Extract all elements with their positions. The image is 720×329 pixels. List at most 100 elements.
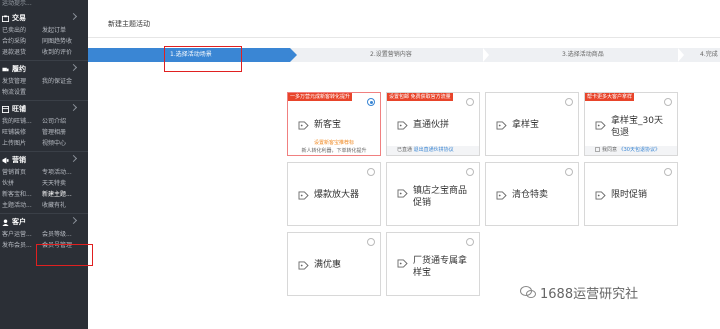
- sidebar-group-header-marketing[interactable]: 营销: [0, 154, 88, 166]
- step-divider: [483, 48, 489, 62]
- radio-button[interactable]: [367, 168, 375, 176]
- sidebar-group-marketing: 营销 营销首页 专项活动... 伙拼 天天特卖 新客宝和... 新建主题... 主题活…: [0, 154, 88, 210]
- card-badge: 帮卡更多大客户拿样: [585, 93, 635, 101]
- sidebar-item-marketing-home[interactable]: 营销首页: [0, 167, 40, 176]
- sidebar-top-fragment[interactable]: 运动提示...: [0, 0, 88, 10]
- step-arrow: [290, 48, 297, 62]
- sidebar-item-member-level[interactable]: 会员等级...: [40, 229, 80, 238]
- radio-button[interactable]: [367, 238, 375, 246]
- agree-checkbox[interactable]: [595, 147, 600, 152]
- chevron-right-icon[interactable]: [69, 103, 78, 112]
- sidebar-item-shipping[interactable]: 发货管理: [0, 76, 40, 85]
- sidebar-item-refund[interactable]: 退款退货: [0, 47, 40, 56]
- sidebar-group-header-shop[interactable]: 旺铺: [0, 103, 88, 115]
- sidebar-item-special[interactable]: 专项活动...: [40, 167, 80, 176]
- tag-icon: [397, 259, 408, 268]
- sidebar-item-reviews[interactable]: 收到的评价: [40, 47, 80, 56]
- tag-icon: [298, 191, 309, 200]
- shop-icon: [2, 105, 9, 113]
- chevron-right-icon[interactable]: [69, 63, 78, 72]
- footer-link[interactable]: 《30天包退协议》: [619, 147, 660, 153]
- card-manyouhui[interactable]: 满优惠: [287, 232, 381, 296]
- sidebar-item-deposit[interactable]: 我的保证金: [40, 76, 80, 85]
- step-divider: [678, 48, 684, 62]
- sidebar-item-logistics[interactable]: 物流设置: [0, 87, 40, 96]
- sidebar-item-sold[interactable]: 已卖出的: [0, 25, 40, 34]
- sidebar-item-member-publish[interactable]: 发布会员...: [0, 240, 40, 249]
- watermark: 1688运营研究社: [540, 287, 639, 302]
- trade-icon: [2, 14, 9, 22]
- card-footer: 我同意 《30天包退协议》: [585, 146, 677, 155]
- sidebar-group-header-fulfillment[interactable]: 履约: [0, 63, 88, 75]
- sidebar-item-video[interactable]: 视频中心: [40, 138, 80, 147]
- card-description: 新人转化利器，下单转化提升: [301, 148, 367, 154]
- footer-label: 已直通: [397, 147, 413, 153]
- chevron-right-icon[interactable]: [69, 12, 78, 21]
- sidebar-item-company[interactable]: 公司介绍: [40, 116, 80, 125]
- footer-link[interactable]: 退出直通伙拼协议: [414, 147, 454, 153]
- card-badge: 一多万营元成新客转化提升: [288, 93, 353, 101]
- card-xianshi[interactable]: 限时促销: [584, 162, 678, 226]
- sidebar-item-contract[interactable]: 合约采购: [0, 36, 40, 45]
- radio-button[interactable]: [367, 98, 375, 106]
- radio-button[interactable]: [466, 168, 474, 176]
- card-link[interactable]: 设置新客宝推荐标: [288, 139, 380, 146]
- card-changhuotong[interactable]: 厂货通专属拿样宝: [386, 232, 480, 296]
- step-3: 3.选择活动商品: [562, 51, 604, 58]
- sidebar-item-new-theme[interactable]: 新建主题...: [40, 189, 80, 198]
- card-title: 拿样宝_30天包退: [611, 116, 663, 138]
- divider: [88, 37, 720, 38]
- card-zhitong-huopin[interactable]: 设置包邮 免费获取官方流量 直通伙拼 已直通 退出直通伙拼协议: [386, 92, 480, 156]
- sidebar-group-header-customer[interactable]: 客户: [0, 216, 88, 228]
- tag-icon: [496, 121, 507, 130]
- sidebar-item-trend[interactable]: 同图趋势收: [40, 36, 80, 45]
- step-4: 4.完成: [700, 51, 718, 58]
- tag-icon: [298, 261, 309, 270]
- card-title: 爆款放大器: [314, 190, 360, 200]
- annotation-box-step: [164, 46, 242, 72]
- card-qingcang[interactable]: 清仓特卖: [485, 162, 579, 226]
- radio-button[interactable]: [664, 98, 672, 106]
- tag-icon: [298, 121, 309, 130]
- sidebar-item-upload[interactable]: 上传图片: [0, 138, 40, 147]
- page-title: 新建主题活动: [108, 20, 150, 28]
- divider: [0, 213, 88, 214]
- sidebar-group-title: 履约: [12, 65, 26, 73]
- sidebar-item-albums[interactable]: 管理相册: [40, 127, 80, 136]
- sidebar-group-title: 交易: [12, 14, 26, 22]
- card-baokuan[interactable]: 爆款放大器: [287, 162, 381, 226]
- card-title: 新客宝: [314, 120, 342, 130]
- card-title: 厂货通专属拿样宝: [413, 256, 468, 278]
- footer-label: 我同意: [602, 147, 618, 153]
- radio-button[interactable]: [466, 98, 474, 106]
- sidebar-item-favorite-gift[interactable]: 收藏有礼: [40, 200, 80, 209]
- radio-button[interactable]: [664, 168, 672, 176]
- tag-icon: [595, 191, 606, 200]
- sidebar-item-group-buy[interactable]: 伙拼: [0, 178, 40, 187]
- card-nayangbao-30[interactable]: 帮卡更多大客户拿样 拿样宝_30天包退 我同意 《30天包退协议》: [584, 92, 678, 156]
- chevron-right-icon[interactable]: [69, 154, 78, 163]
- wechat-icon: [520, 286, 536, 298]
- card-title: 拿样宝: [512, 120, 540, 130]
- card-xinkebao[interactable]: 一多万营元成新客转化提升 新客宝 设置新客宝推荐标 新人转化利器，下单转化提升: [287, 92, 381, 156]
- fulfillment-icon: [2, 67, 9, 71]
- sidebar-item-decorate[interactable]: 旺铺装修: [0, 127, 40, 136]
- sidebar-item-theme-activity[interactable]: 主题活动...: [0, 200, 40, 209]
- card-title: 满优惠: [314, 260, 342, 270]
- sidebar-item-my-shop[interactable]: 我的旺铺...: [0, 116, 40, 125]
- radio-button[interactable]: [565, 98, 573, 106]
- tag-icon: [496, 191, 507, 200]
- sidebar-item-orders[interactable]: 发起订单: [40, 25, 80, 34]
- sidebar-item-customer-ops[interactable]: 客户运营...: [0, 229, 40, 238]
- sidebar-group-title: 客户: [12, 218, 26, 226]
- radio-button[interactable]: [466, 238, 474, 246]
- sidebar-group-header-trade[interactable]: 交易: [0, 12, 88, 24]
- card-nayangbao[interactable]: 拿样宝: [485, 92, 579, 156]
- sidebar-group-trade: 交易 已卖出的 发起订单 合约采购 同图趋势收 退款退货 收到的评价: [0, 12, 88, 57]
- sidebar-item-new-customer[interactable]: 新客宝和...: [0, 189, 40, 198]
- step-2: 2.设置营销内容: [370, 51, 412, 58]
- radio-button[interactable]: [565, 168, 573, 176]
- sidebar-item-daily-sale[interactable]: 天天特卖: [40, 178, 80, 187]
- chevron-right-icon[interactable]: [69, 216, 78, 225]
- card-zhendian[interactable]: 镇店之宝商品促销: [386, 162, 480, 226]
